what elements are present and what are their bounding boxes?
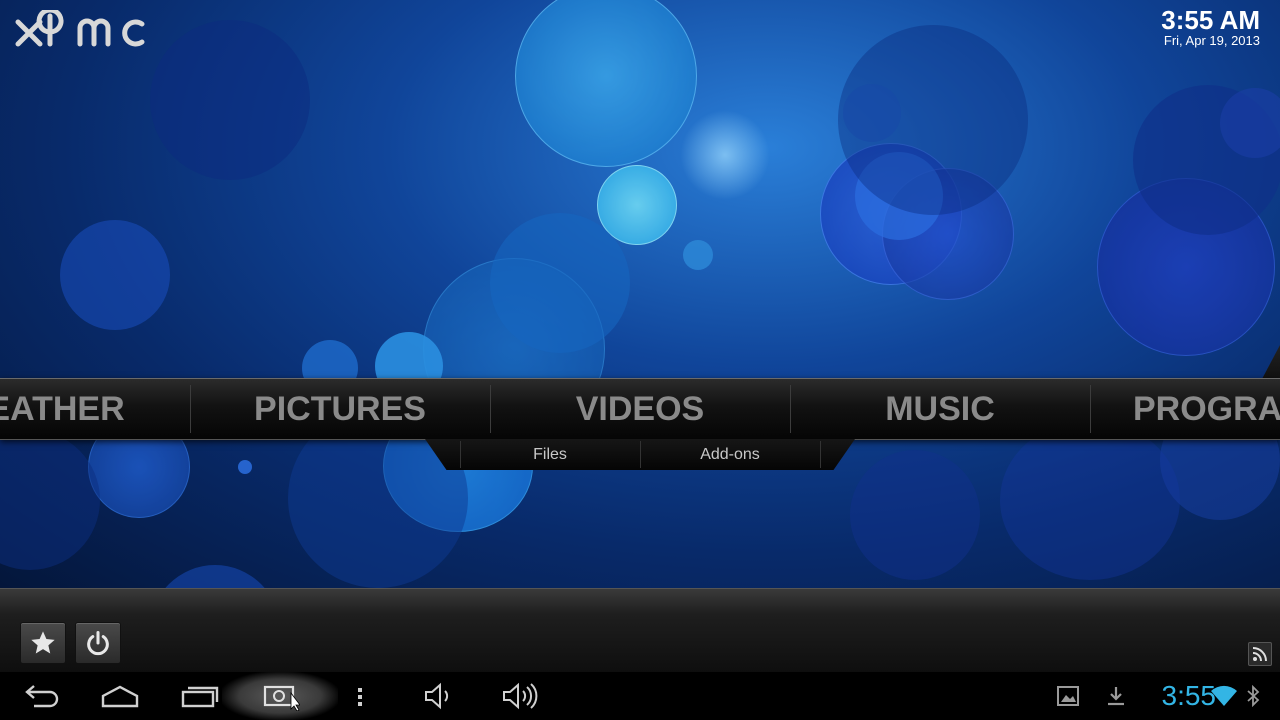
bokeh-bubble <box>0 430 100 570</box>
clock-date: Fri, Apr 19, 2013 <box>1163 33 1260 48</box>
rss-icon[interactable] <box>1248 642 1272 666</box>
home-button[interactable] <box>90 672 150 720</box>
volume-down-button[interactable] <box>410 672 470 720</box>
back-icon <box>25 685 59 708</box>
menu-item-label: PICTURES <box>254 390 426 428</box>
system-bar: 3:55 <box>0 672 1280 720</box>
bluetooth-icon <box>1247 685 1260 707</box>
bokeh-bubble <box>238 460 252 474</box>
xbmc-logo <box>14 7 159 56</box>
menu-item-music[interactable]: MUSIC <box>790 379 1090 439</box>
menu-item-label: WEATHER <box>0 390 125 428</box>
bluetooth-status <box>1238 672 1268 720</box>
home-icon <box>101 685 139 708</box>
favourites-button[interactable] <box>20 622 66 664</box>
menu-button[interactable] <box>330 672 390 720</box>
menu-item-programs[interactable]: PROGRAMS <box>1090 379 1280 439</box>
menu-item-label: MUSIC <box>885 390 995 428</box>
bokeh-bubble <box>490 213 630 353</box>
volume-up-button[interactable] <box>490 672 550 720</box>
submenu-item-files[interactable]: Files <box>460 439 640 470</box>
wifi-icon <box>1211 685 1237 706</box>
main-menu: WEATHER PICTURES VIDEOS MUSIC PROGRAMS <box>0 378 1280 440</box>
wifi-status <box>1206 672 1242 720</box>
recent-apps-button[interactable] <box>170 672 230 720</box>
volume-down-icon <box>425 682 449 710</box>
screenshot-button[interactable] <box>250 672 310 720</box>
power-button[interactable] <box>75 622 121 664</box>
bokeh-bubble <box>683 240 713 270</box>
background <box>0 0 1280 590</box>
submenu: Files Add-ons <box>425 439 855 470</box>
download-notification[interactable] <box>1086 672 1146 720</box>
bokeh-bubble <box>60 220 170 330</box>
power-icon <box>87 630 109 656</box>
bokeh-bubble <box>843 84 901 142</box>
bokeh-bubble <box>150 20 310 180</box>
bokeh-bubble <box>150 565 280 590</box>
recent-apps-icon <box>181 686 219 708</box>
footer <box>0 588 1280 673</box>
star-icon <box>31 631 55 654</box>
menu-item-weather[interactable]: WEATHER <box>0 379 190 439</box>
xbmc-logo-icon <box>15 7 145 47</box>
bokeh-bubble <box>680 110 770 200</box>
gallery-icon <box>1057 686 1079 706</box>
screenshot-icon <box>263 685 300 711</box>
submenu-separator <box>820 441 821 468</box>
clock-time: 3:55 AM <box>1161 5 1260 35</box>
volume-up-icon <box>503 682 538 710</box>
menu-item-label: VIDEOS <box>575 390 705 428</box>
menu-dots-icon <box>358 688 362 706</box>
menu-item-pictures[interactable]: PICTURES <box>190 379 490 439</box>
bokeh-bubble <box>515 0 697 167</box>
back-button[interactable] <box>10 672 70 720</box>
bokeh-bubble <box>850 450 980 580</box>
download-icon <box>1108 687 1124 706</box>
menu-item-label: PROGRAMS <box>1133 390 1280 428</box>
submenu-item-add-ons[interactable]: Add-ons <box>640 439 820 470</box>
bokeh-bubble <box>1000 420 1180 580</box>
clock: 3:55 AM Fri, Apr 19, 2013 <box>1161 6 1260 48</box>
menu-item-videos[interactable]: VIDEOS <box>490 379 790 439</box>
